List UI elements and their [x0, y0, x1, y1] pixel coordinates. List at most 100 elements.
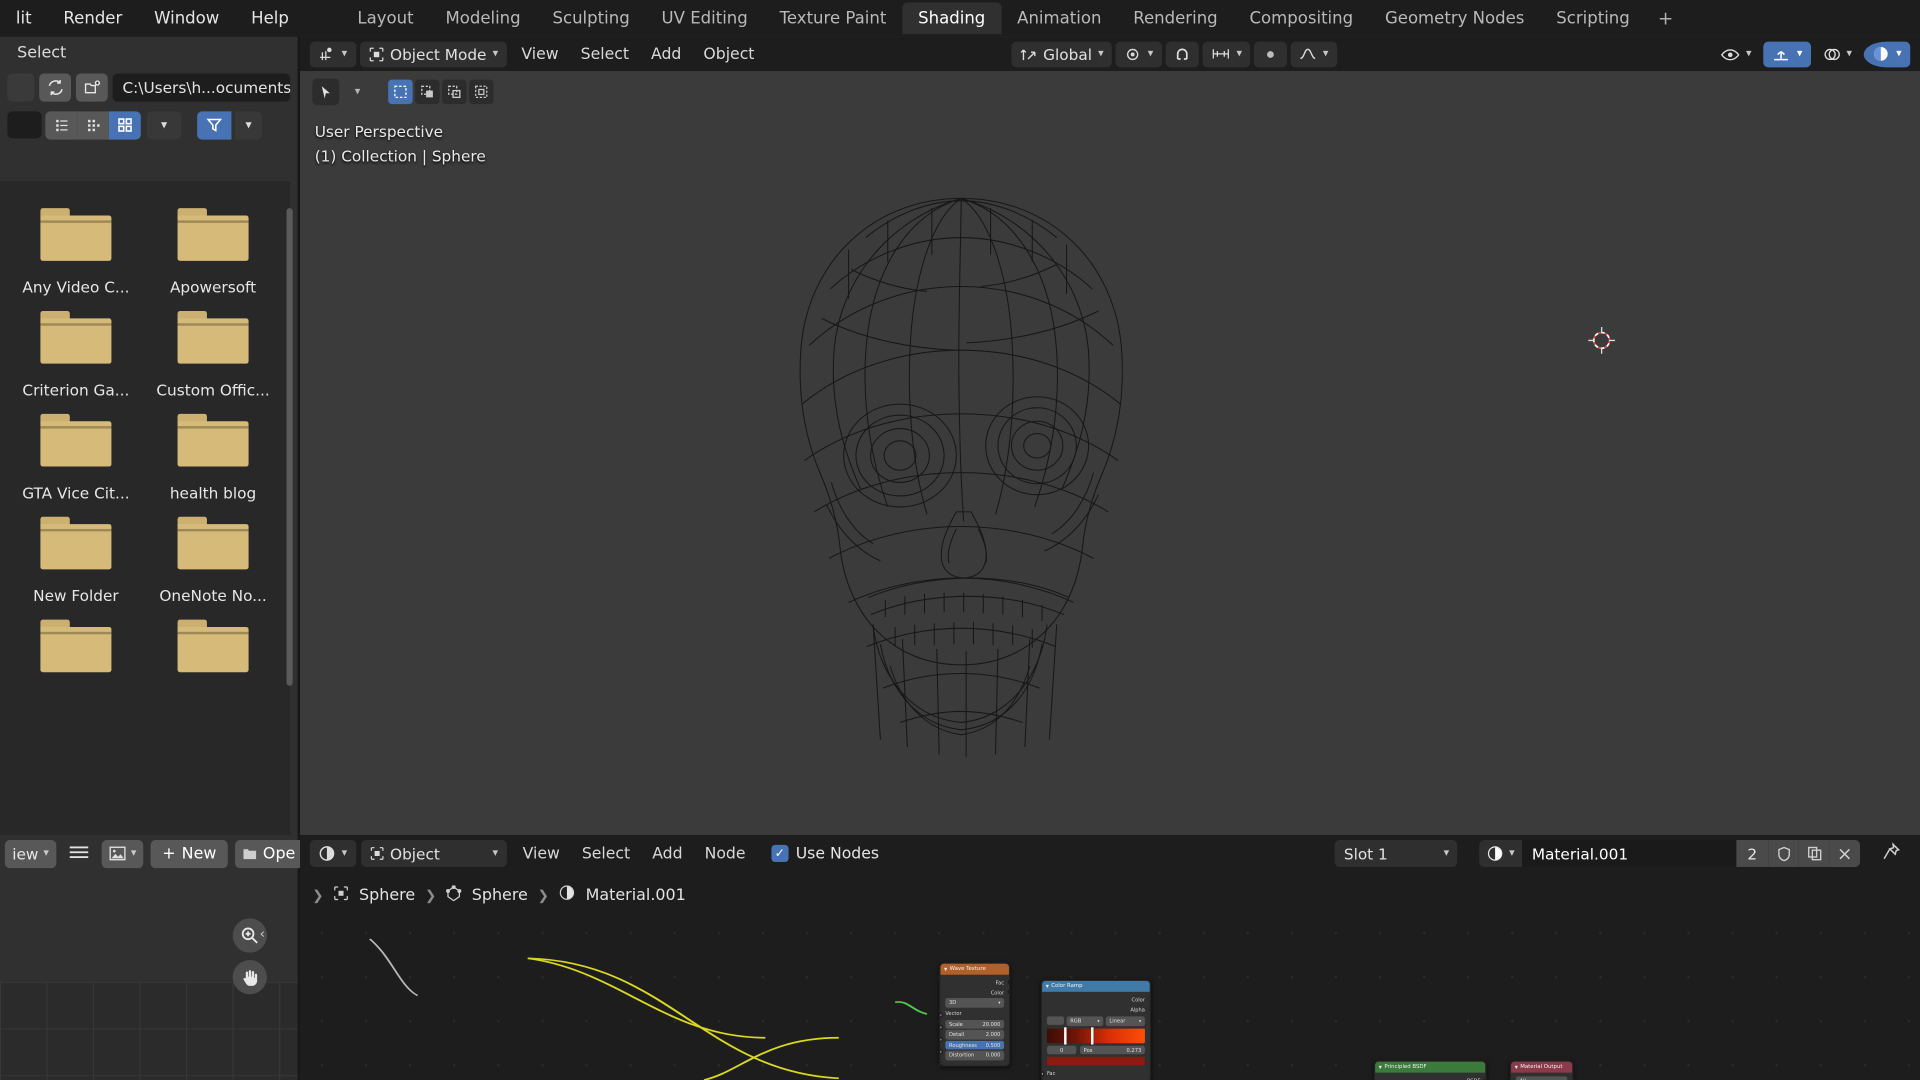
node-output-bsdf[interactable]: BSDF: [1375, 1075, 1485, 1080]
refresh-icon[interactable]: [39, 72, 72, 102]
display-mode-detail[interactable]: [77, 110, 109, 139]
node-dimension-select[interactable]: 3D ▾: [945, 997, 1005, 1008]
workspace-tab-uv-editing[interactable]: UV Editing: [646, 2, 764, 34]
shader-menu-select[interactable]: Select: [571, 844, 641, 862]
file-item[interactable]: Apowersoft: [152, 208, 274, 296]
node-wave-texture[interactable]: ▾ Wave Texture Fac Color 3D ▾ Vector Sca…: [939, 962, 1011, 1066]
ramp-add-remove[interactable]: [1046, 1016, 1065, 1025]
shader-ball-icon[interactable]: ▾: [309, 840, 356, 867]
add-workspace-button[interactable]: +: [1646, 5, 1686, 32]
interaction-mode-selector[interactable]: Object Mode ▾: [359, 41, 507, 67]
fake-user-shield-icon[interactable]: [1768, 840, 1799, 867]
node-input-vector[interactable]: Vector: [940, 1008, 1009, 1018]
ramp-index[interactable]: 0: [1046, 1045, 1077, 1055]
skull-wireframe-object[interactable]: [704, 184, 1218, 760]
workspace-tab-modeling[interactable]: Modeling: [430, 2, 537, 34]
top-menu-lit[interactable]: lit: [0, 5, 48, 32]
unlink-x-icon[interactable]: [1829, 840, 1861, 867]
workspace-tab-animation[interactable]: Animation: [1001, 2, 1117, 34]
breadcrumb-item-mesh[interactable]: Sphere: [472, 886, 528, 904]
file-item[interactable]: GTA Vice Cit...: [15, 413, 137, 502]
node-output-fac[interactable]: Fac: [940, 977, 1009, 987]
node-field-roughness[interactable]: Roughness 0.500: [945, 1040, 1005, 1050]
socket-alpha-out[interactable]: [1147, 1006, 1150, 1012]
material-icon[interactable]: ▾: [1479, 840, 1523, 867]
socket-vector-in[interactable]: [940, 1012, 943, 1018]
chevron-down-icon[interactable]: ▾: [146, 110, 182, 139]
viewport-menu-view[interactable]: View: [510, 45, 569, 63]
open-image-button[interactable]: Ope: [234, 839, 303, 868]
node-output-color[interactable]: Color: [1042, 994, 1150, 1004]
eye-icon[interactable]: ▾: [1712, 41, 1760, 67]
node-collapse-icon[interactable]: ▾: [1046, 983, 1049, 990]
node-header[interactable]: ▾ Principled BSDF: [1375, 1061, 1486, 1073]
file-path-input[interactable]: C:\Users\h...ocuments\: [112, 72, 291, 102]
falloff-curve-icon[interactable]: ▾: [1291, 41, 1338, 67]
back-button[interactable]: [7, 72, 35, 102]
shading-sphere-icon[interactable]: ▾: [1864, 41, 1911, 67]
workspace-tab-rendering[interactable]: Rendering: [1117, 2, 1233, 34]
ramp-stop[interactable]: [1064, 1026, 1067, 1044]
transform-orientation-selector[interactable]: Global ▾: [1011, 41, 1113, 67]
workspace-tab-layout[interactable]: Layout: [341, 2, 429, 34]
socket-color-out[interactable]: [1007, 989, 1009, 995]
overlays-icon[interactable]: ▾: [1815, 41, 1861, 67]
file-item[interactable]: [15, 619, 137, 690]
material-users-count[interactable]: 2: [1736, 840, 1769, 867]
material-slot-selector[interactable]: Slot 1 ▾: [1335, 840, 1458, 867]
file-item[interactable]: Criterion Ga...: [15, 311, 137, 399]
file-item[interactable]: Custom Offic...: [152, 311, 274, 399]
new-image-button[interactable]: + New: [151, 839, 228, 868]
ramp-interpolation[interactable]: Linear ▾: [1105, 1016, 1145, 1026]
file-item[interactable]: New Folder: [15, 516, 137, 605]
node-field-distortion[interactable]: Distortion 0.000: [945, 1050, 1005, 1060]
ramp-interpolation-mode[interactable]: RGB ▾: [1066, 1016, 1104, 1026]
node-output-color[interactable]: Color: [940, 987, 1009, 997]
editor-type-icon[interactable]: ▾: [309, 41, 356, 67]
workspace-tab-scripting[interactable]: Scripting: [1540, 2, 1645, 34]
node-color-ramp[interactable]: ▾ Color Ramp Color Alpha RGB ▾ Linear ▾ …: [1040, 979, 1152, 1080]
3d-cursor[interactable]: [1588, 326, 1616, 354]
hamburger-menu-icon[interactable]: [64, 842, 95, 865]
hand-pan-icon[interactable]: [232, 960, 267, 995]
node-field-scale[interactable]: Scale 20.000: [945, 1019, 1005, 1029]
socket-scale-in[interactable]: [940, 1024, 943, 1030]
node-material-output[interactable]: ▾ Material Output All▾ Surface Volume Di…: [1509, 1060, 1574, 1080]
select-invert-icon[interactable]: [468, 79, 494, 105]
socket-distortion-in[interactable]: [940, 1061, 943, 1065]
filter-funnel-icon[interactable]: [197, 110, 232, 139]
workspace-tab-compositing[interactable]: Compositing: [1234, 2, 1369, 34]
socket-fac-in[interactable]: [1042, 1071, 1044, 1077]
image-editor-canvas[interactable]: ‹: [0, 871, 298, 1080]
magnet-icon[interactable]: [1165, 41, 1199, 67]
duplicate-icon[interactable]: [1798, 840, 1830, 867]
breadcrumb-expand-arrow[interactable]: ❯: [312, 887, 323, 903]
top-menu-help[interactable]: Help: [235, 5, 305, 32]
ramp-position[interactable]: Pos 0.273: [1080, 1045, 1145, 1055]
socket-fac-out[interactable]: [1007, 979, 1009, 985]
node-input-fac[interactable]: Fac: [1042, 1068, 1150, 1078]
pin-icon[interactable]: [1882, 841, 1900, 865]
sidebar-toggle-arrow[interactable]: ‹: [260, 926, 265, 942]
workspace-tab-geometry-nodes[interactable]: Geometry Nodes: [1369, 2, 1540, 34]
file-browser-scrollbar[interactable]: [286, 208, 293, 686]
node-canvas[interactable]: ▾ Wave Texture Fac Color 3D ▾ Vector Sca…: [300, 911, 1920, 1080]
select-extend-icon[interactable]: [415, 79, 440, 105]
node-principled-bsdf[interactable]: ▾ Principled BSDF BSDF GGX▾ Random Walk▾…: [1373, 1060, 1487, 1080]
viewport-menu-object[interactable]: Object: [692, 45, 765, 63]
file-item[interactable]: OneNote No...: [152, 516, 274, 605]
display-mode-thumbnail[interactable]: [108, 110, 141, 139]
file-item[interactable]: [152, 619, 274, 690]
file-item[interactable]: health blog: [152, 413, 274, 502]
node-header[interactable]: ▾ Color Ramp: [1042, 980, 1150, 992]
shader-menu-add[interactable]: Add: [641, 844, 693, 862]
filter-chevron-down-icon[interactable]: ▾: [235, 110, 263, 139]
breadcrumb-item-material[interactable]: Material.001: [586, 886, 686, 904]
ramp-selected-color[interactable]: [1046, 1056, 1145, 1066]
node-output-alpha[interactable]: Alpha: [1042, 1004, 1150, 1014]
viewport-menu-select[interactable]: Select: [570, 45, 640, 63]
file-search-input[interactable]: [7, 111, 42, 139]
gizmo-icon[interactable]: ▾: [1763, 41, 1811, 67]
ramp-stop[interactable]: [1091, 1026, 1093, 1044]
socket-detail-in[interactable]: [940, 1037, 943, 1043]
